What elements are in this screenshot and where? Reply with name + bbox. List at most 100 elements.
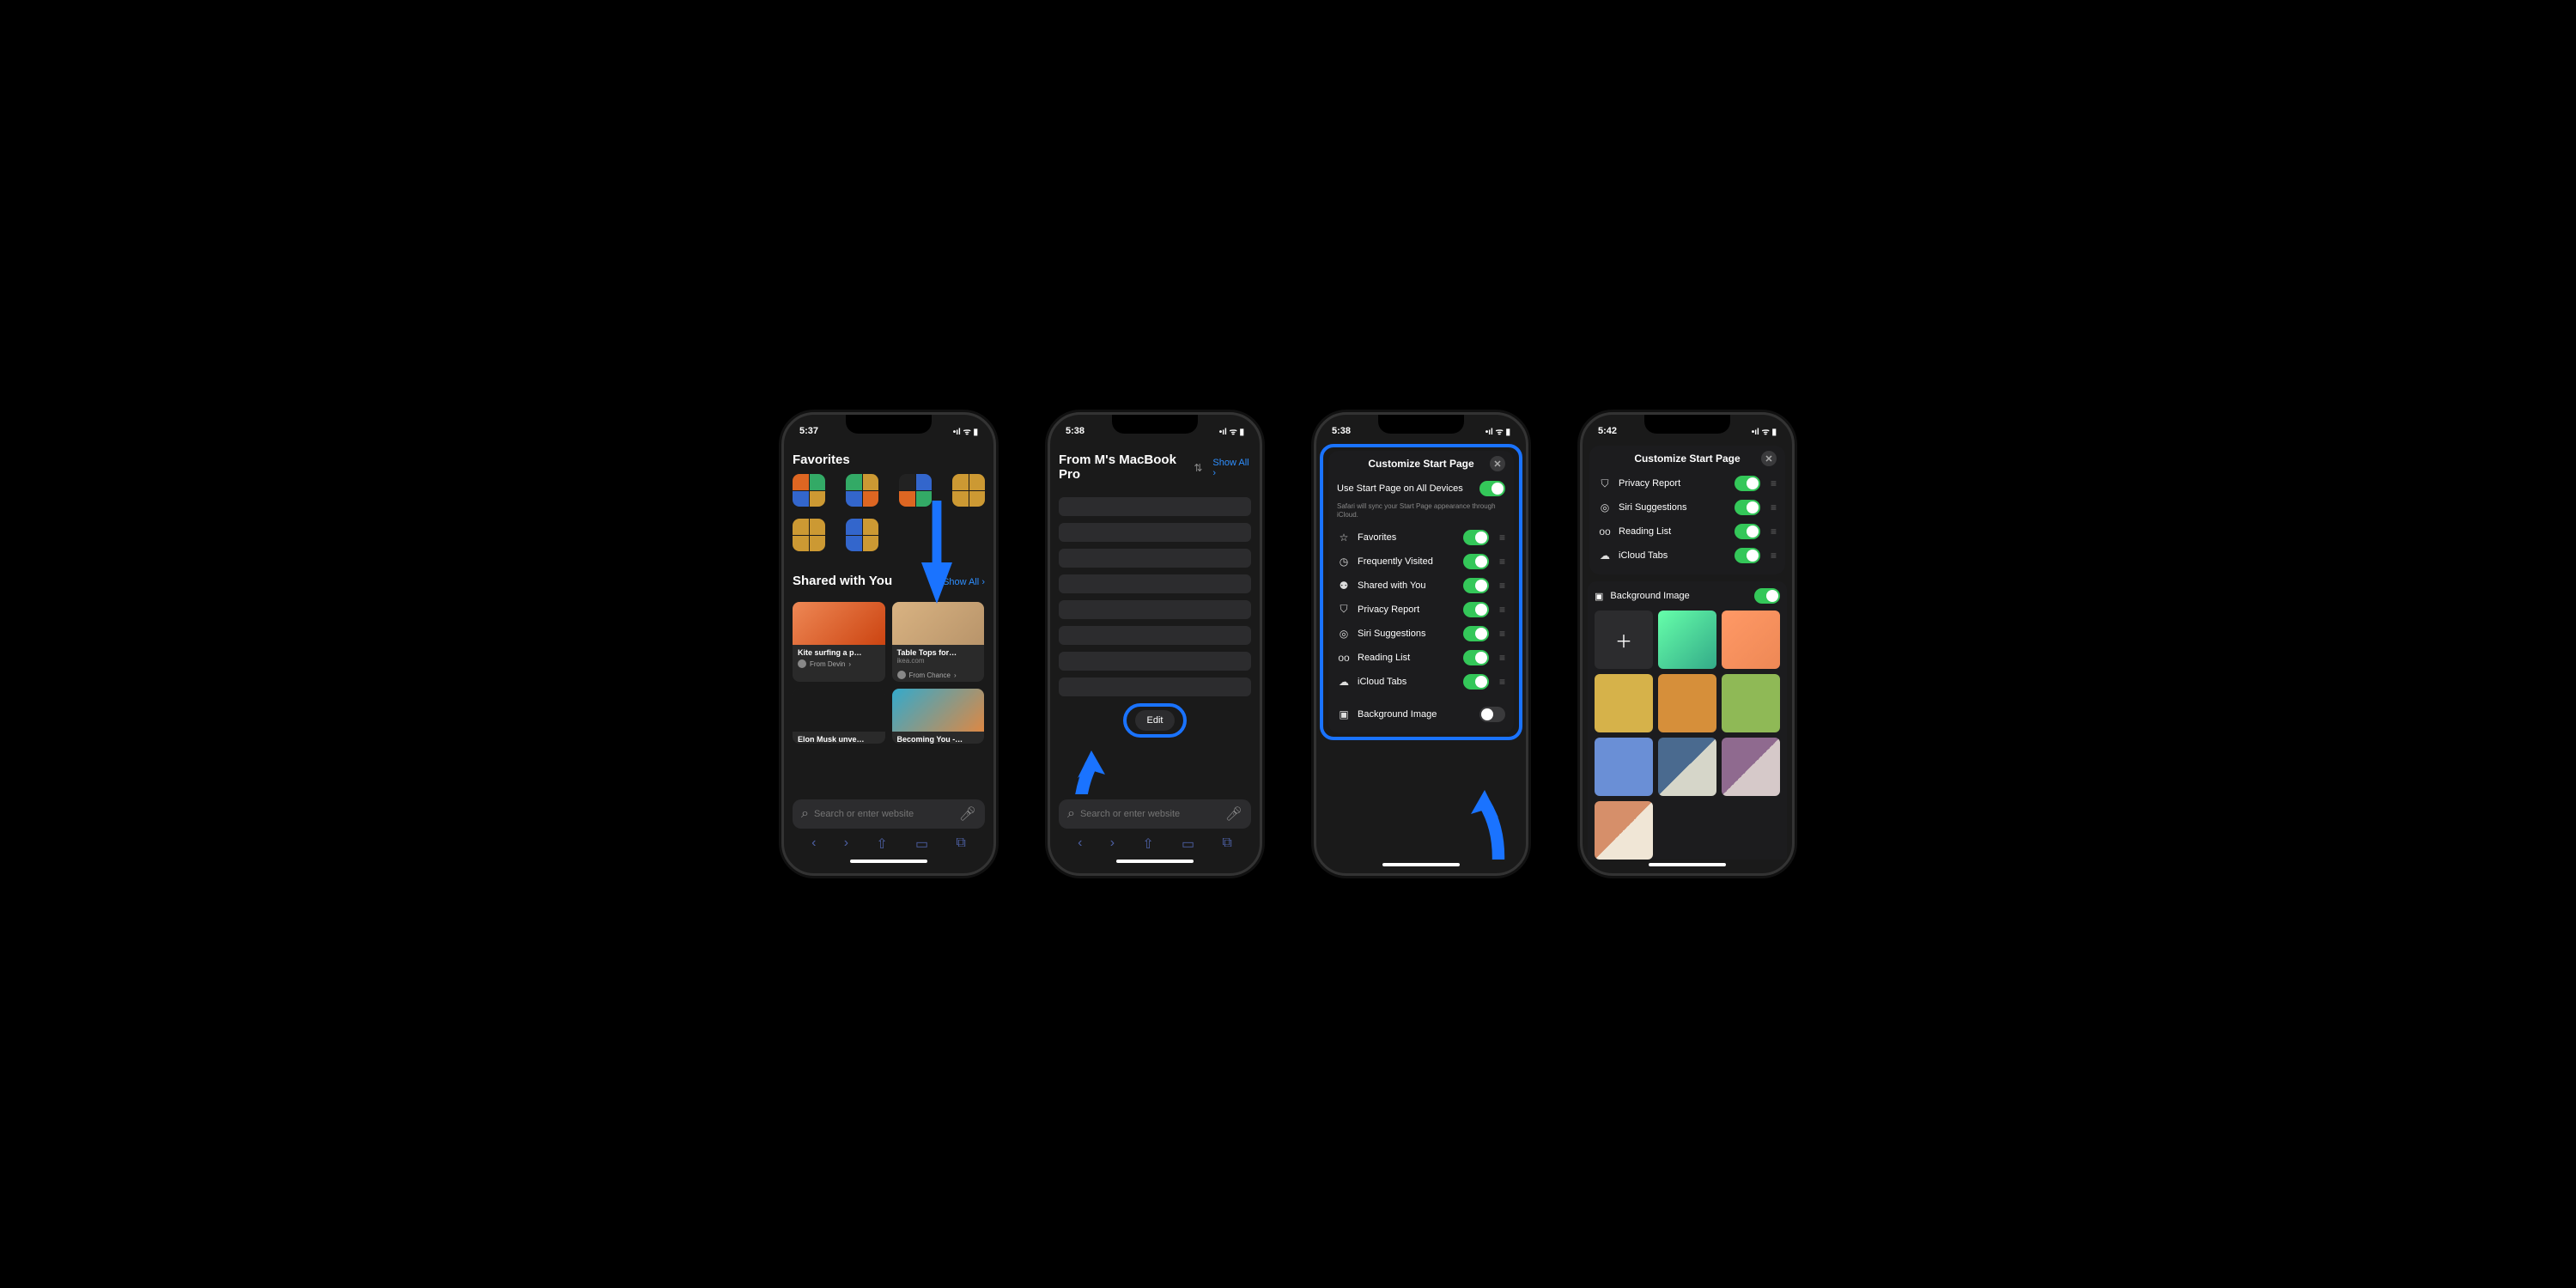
background-tile[interactable] xyxy=(1595,801,1653,860)
shared-card[interactable]: Kite surfing a p… From Devin› xyxy=(793,602,885,682)
shared-card[interactable]: Table Tops for… ikea.com From Chance› xyxy=(892,602,985,682)
card-from-row[interactable]: From Devin› xyxy=(793,657,885,671)
setting-reading-list: oo Reading List ≡ xyxy=(1598,519,1777,544)
toggle-icloud[interactable] xyxy=(1463,674,1489,690)
close-icon[interactable]: ✕ xyxy=(1761,451,1777,466)
list-item[interactable] xyxy=(1059,574,1251,593)
notch xyxy=(846,415,932,434)
drag-handle-icon[interactable]: ≡ xyxy=(1499,676,1505,688)
card-thumbnail xyxy=(793,689,885,732)
bookmarks-icon[interactable]: ▭ xyxy=(1182,835,1194,853)
phone-3-customize-modal: 5:38 •ıl ᯤ ▮ Customize Start Page ✕ Use … xyxy=(1314,412,1528,876)
close-icon[interactable]: ✕ xyxy=(1490,456,1505,471)
address-bar[interactable]: ⌕ 🎤︎ xyxy=(1059,799,1251,829)
shared-grid: Kite surfing a p… From Devin› Table Tops… xyxy=(793,602,985,744)
drag-handle-icon[interactable]: ≡ xyxy=(1499,532,1505,544)
toggle-privacy[interactable] xyxy=(1463,602,1489,617)
tabs-icon[interactable]: ⧉ xyxy=(956,835,965,853)
background-tile[interactable] xyxy=(1658,738,1716,796)
search-input[interactable] xyxy=(1080,809,1220,819)
drag-handle-icon[interactable]: ≡ xyxy=(1771,526,1777,538)
show-all-link[interactable]: Show All › xyxy=(1212,458,1251,478)
back-icon[interactable]: ‹ xyxy=(1078,835,1082,853)
toggle-icloud[interactable] xyxy=(1735,548,1760,563)
bookmarks-icon[interactable]: ▭ xyxy=(915,835,928,853)
mic-icon[interactable]: 🎤︎ xyxy=(1225,805,1242,823)
share-icon[interactable]: ⇧ xyxy=(876,835,887,853)
background-tile[interactable] xyxy=(1658,611,1716,669)
background-tile[interactable] xyxy=(1722,674,1780,732)
home-indicator[interactable] xyxy=(1116,860,1194,863)
home-indicator[interactable] xyxy=(1382,863,1460,866)
toggle-reading[interactable] xyxy=(1735,524,1760,539)
search-icon: ⌕ xyxy=(1067,806,1075,822)
favorite-folder[interactable] xyxy=(793,519,825,551)
list-item[interactable] xyxy=(1059,652,1251,671)
mic-icon[interactable]: 🎤︎ xyxy=(959,805,976,823)
card-title: Becoming You -… xyxy=(892,732,985,744)
share-icon[interactable]: ⇧ xyxy=(1142,835,1153,853)
background-tile[interactable] xyxy=(1722,738,1780,796)
status-icons: •ıl ᯤ ▮ xyxy=(1485,425,1510,437)
sort-icon[interactable]: ⇅ xyxy=(1194,462,1202,474)
drag-handle-icon[interactable]: ≡ xyxy=(1499,556,1505,568)
toggle-use-all-devices[interactable] xyxy=(1479,481,1505,496)
chevron-right-icon: › xyxy=(848,660,851,668)
status-time: 5:42 xyxy=(1598,426,1617,436)
drag-handle-icon[interactable]: ≡ xyxy=(1499,580,1505,592)
setting-use-all-devices: Use Start Page on All Devices xyxy=(1337,477,1505,501)
annotation-arrow-curved xyxy=(1467,782,1509,860)
list-item[interactable] xyxy=(1059,549,1251,568)
drag-handle-icon[interactable]: ≡ xyxy=(1499,628,1505,640)
drag-handle-icon[interactable]: ≡ xyxy=(1499,652,1505,664)
toggle-background[interactable] xyxy=(1479,707,1505,722)
search-input[interactable] xyxy=(814,809,954,819)
toggle-siri[interactable] xyxy=(1463,626,1489,641)
toggle-reading[interactable] xyxy=(1463,650,1489,665)
setting-shared-with-you: ⚉ Shared with You ≡ xyxy=(1337,574,1505,598)
start-page-content[interactable]: Favorites Shared with You Show All › Kit… xyxy=(784,440,993,794)
customize-sheet[interactable]: Customize Start Page ✕ ⛉ Privacy Report … xyxy=(1583,440,1792,860)
drag-handle-icon[interactable]: ≡ xyxy=(1771,477,1777,489)
tabs-icon[interactable]: ⧉ xyxy=(1222,835,1231,853)
toggle-siri[interactable] xyxy=(1735,500,1760,515)
show-all-link[interactable]: Show All › xyxy=(943,577,985,587)
list-item[interactable] xyxy=(1059,600,1251,619)
list-item[interactable] xyxy=(1059,497,1251,516)
list-item[interactable] xyxy=(1059,626,1251,645)
edit-button[interactable]: Edit xyxy=(1135,710,1176,731)
toggle-background[interactable] xyxy=(1754,588,1780,604)
home-indicator[interactable] xyxy=(1649,863,1726,866)
drag-handle-icon[interactable]: ≡ xyxy=(1499,604,1505,616)
forward-icon[interactable]: › xyxy=(1110,835,1115,853)
background-tile[interactable] xyxy=(1595,738,1653,796)
favorite-folder[interactable] xyxy=(793,474,825,507)
home-indicator[interactable] xyxy=(850,860,927,863)
list-item[interactable] xyxy=(1059,523,1251,542)
toggle-frequent[interactable] xyxy=(1463,554,1489,569)
favorite-folder[interactable] xyxy=(899,474,932,507)
customize-modal: Customize Start Page ✕ ⛉ Privacy Report … xyxy=(1589,446,1785,574)
customize-sheet[interactable]: Customize Start Page ✕ Use Start Page on… xyxy=(1316,440,1526,860)
background-tile[interactable] xyxy=(1658,674,1716,732)
favorite-folder[interactable] xyxy=(846,474,878,507)
shared-card[interactable]: Elon Musk unve… xyxy=(793,689,885,744)
toggle-shared[interactable] xyxy=(1463,578,1489,593)
forward-icon[interactable]: › xyxy=(844,835,848,853)
toggle-privacy[interactable] xyxy=(1735,476,1760,491)
cloud-icon: ☁ xyxy=(1337,676,1351,688)
list-item[interactable] xyxy=(1059,677,1251,696)
card-from-row[interactable]: From Chance› xyxy=(892,668,985,682)
favorite-folder[interactable] xyxy=(846,519,878,551)
back-icon[interactable]: ‹ xyxy=(811,835,816,853)
background-tile[interactable] xyxy=(1722,611,1780,669)
start-page-content[interactable]: From M's MacBook Pro ⇅ Show All › Edit xyxy=(1050,440,1260,794)
drag-handle-icon[interactable]: ≡ xyxy=(1771,550,1777,562)
background-tile[interactable] xyxy=(1595,674,1653,732)
favorite-folder[interactable] xyxy=(952,474,985,507)
address-bar[interactable]: ⌕ 🎤︎ xyxy=(793,799,985,829)
drag-handle-icon[interactable]: ≡ xyxy=(1771,501,1777,513)
toggle-favorites[interactable] xyxy=(1463,530,1489,545)
shared-card[interactable]: Becoming You -… xyxy=(892,689,985,744)
add-background-tile[interactable]: ＋ xyxy=(1595,611,1653,669)
